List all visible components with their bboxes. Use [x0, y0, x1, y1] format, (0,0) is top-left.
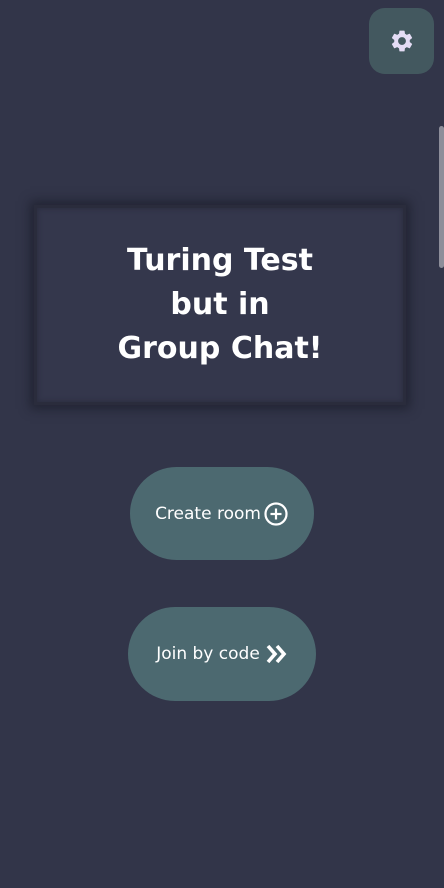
title-card: Turing Test but in Group Chat!	[34, 205, 406, 405]
join-by-code-button[interactable]: Join by code	[128, 607, 316, 701]
gear-icon	[389, 28, 415, 54]
settings-button[interactable]	[369, 8, 434, 74]
app-title: Turing Test but in Group Chat!	[118, 239, 323, 371]
create-room-button[interactable]: Create room	[130, 467, 314, 560]
join-by-code-label: Join by code	[156, 644, 260, 664]
title-line-2: but in	[170, 287, 270, 322]
plus-circle-icon	[263, 501, 289, 527]
double-chevron-right-icon	[266, 644, 288, 664]
scrollbar[interactable]	[439, 126, 444, 268]
title-line-1: Turing Test	[127, 243, 313, 278]
title-line-3: Group Chat!	[117, 331, 323, 366]
create-room-label: Create room	[155, 503, 261, 524]
